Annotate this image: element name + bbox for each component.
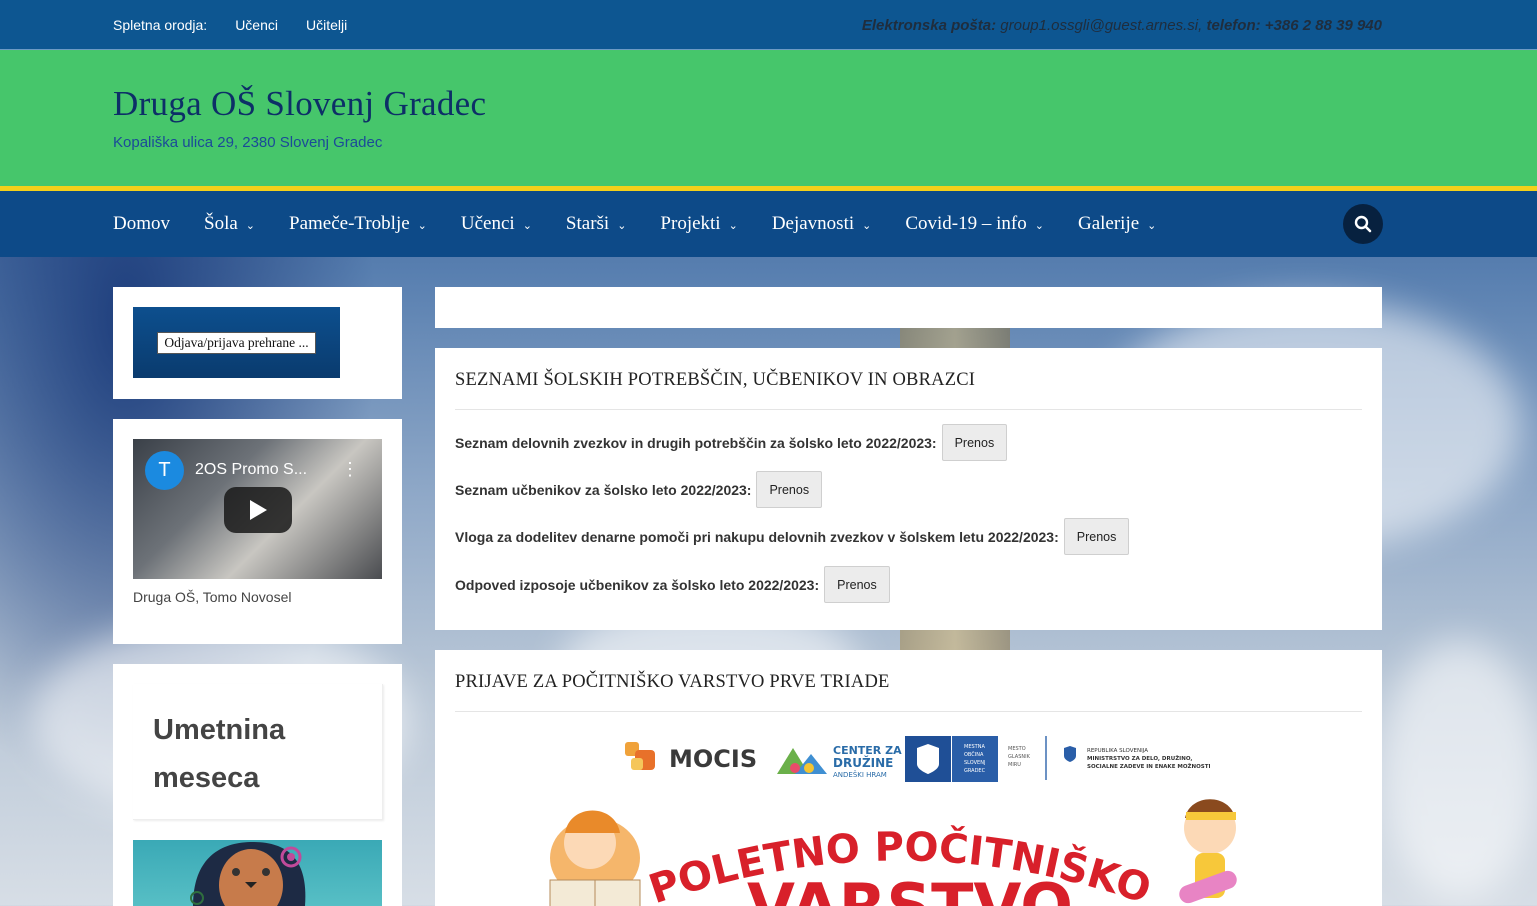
phone-label: telefon: <box>1206 17 1261 34</box>
svg-text:MESTNA: MESTNA <box>964 744 985 750</box>
download-row: Odpoved izposoje učbenikov za šolsko let… <box>455 566 890 603</box>
phone-number: +386 2 88 39 940 <box>1264 17 1382 34</box>
meal-banner[interactable]: Odjava/prijava prehrane ... <box>133 307 340 378</box>
svg-text:MESTO: MESTO <box>1008 746 1026 752</box>
play-icon <box>250 500 267 520</box>
top-bar: Spletna orodja: Učenci Učitelji Elektron… <box>0 0 1537 50</box>
svg-text:DRUŽINE: DRUŽINE <box>833 755 893 770</box>
divider <box>455 409 1362 410</box>
video-embed[interactable]: T 2OS Promo S... ⋮ <box>133 439 382 579</box>
svg-text:ANDEŠKI HRAM: ANDEŠKI HRAM <box>833 770 887 779</box>
channel-avatar[interactable]: T <box>145 451 184 490</box>
more-options-icon[interactable]: ⋮ <box>341 459 359 480</box>
tools-link-teachers[interactable]: Učitelji <box>306 17 347 33</box>
main-nav: Domov Šola ⌄ Pameče-Troblje ⌄ Učenci ⌄ Star… <box>0 191 1537 257</box>
chevron-down-icon: ⌄ <box>522 219 532 232</box>
nav-item-parents[interactable]: Starši ⌄ <box>566 213 627 235</box>
download-label: Seznam delovnih zvezkov in drugih potreb… <box>455 434 937 451</box>
svg-text:REPUBLIKA SLOVENIJA: REPUBLIKA SLOVENIJA <box>1087 748 1148 754</box>
art-widget: Umetnina meseca <box>113 664 402 906</box>
post-title[interactable]: SEZNAMI ŠOLSKIH POTREBŠČIN, UČBENIKOV IN… <box>455 370 975 391</box>
svg-text:SOCIALNE ZADEVE IN ENAKE MOŽNO: SOCIALNE ZADEVE IN ENAKE MOŽNOSTI <box>1087 762 1210 770</box>
chevron-down-icon: ⌄ <box>1147 219 1157 232</box>
contact-info: Elektronska pošta: group1.ossgli@guest.a… <box>862 17 1382 34</box>
download-row: Seznam učbenikov za šolsko leto 2022/202… <box>455 471 823 508</box>
nav-item-galleries[interactable]: Galerije ⌄ <box>1078 213 1156 235</box>
partner-logos: MOCIS CENTER ZA DRUŽINE ANDEŠKI HRAM MES… <box>625 736 1210 782</box>
video-title[interactable]: 2OS Promo S... <box>195 461 307 479</box>
art-title-box: Umetnina meseca <box>133 684 383 820</box>
nav-item-pamece[interactable]: Pameče-Troblje ⌄ <box>289 213 427 235</box>
nav-item-covid[interactable]: Covid-19 – info ⌄ <box>905 213 1044 235</box>
download-button[interactable]: Prenos <box>1063 518 1130 555</box>
download-label: Seznam učbenikov za šolsko leto 2022/202… <box>455 481 752 498</box>
holiday-care-poster[interactable]: POLETNO POČITNIŠKO VARSTVO <box>510 788 1290 906</box>
svg-text:MINISTRSTVO ZA DELO, DRUŽINO,: MINISTRSTVO ZA DELO, DRUŽINO, <box>1087 754 1192 762</box>
main-top-panel <box>435 287 1382 328</box>
download-button[interactable]: Prenos <box>941 424 1008 461</box>
search-button[interactable] <box>1343 204 1383 244</box>
video-caption: Druga OŠ, Tomo Novosel <box>133 589 292 605</box>
nav-item-students[interactable]: Učenci ⌄ <box>461 213 532 235</box>
chevron-down-icon: ⌄ <box>728 219 738 232</box>
nav-item-activities[interactable]: Dejavnosti ⌄ <box>772 213 872 235</box>
download-button[interactable]: Prenos <box>756 471 823 508</box>
chevron-down-icon: ⌄ <box>1034 219 1044 232</box>
svg-text:MIRU: MIRU <box>1008 762 1021 768</box>
email-link[interactable]: group1.ossgli@guest.arnes.si, <box>1000 17 1202 34</box>
post-holiday-care: PRIJAVE ZA POČITNIŠKO VARSTVO PRVE TRIAD… <box>435 650 1382 906</box>
site-title[interactable]: Druga OŠ Slovenj Gradec <box>113 84 486 124</box>
chevron-down-icon: ⌄ <box>245 219 255 232</box>
nav-item-home[interactable]: Domov <box>113 213 170 235</box>
post-supplies: SEZNAMI ŠOLSKIH POTREBŠČIN, UČBENIKOV IN… <box>435 348 1382 630</box>
download-button[interactable]: Prenos <box>824 566 890 603</box>
svg-text:GRADEC: GRADEC <box>964 768 986 774</box>
email-label: Elektronska pošta: <box>861 17 997 34</box>
site-header: Druga OŠ Slovenj Gradec Kopališka ulica … <box>0 50 1537 186</box>
tools-link-students[interactable]: Učenci <box>235 17 278 33</box>
svg-text:OBČINA: OBČINA <box>964 751 984 758</box>
svg-text:SLOVENJ: SLOVENJ <box>964 760 985 766</box>
art-title: Umetnina meseca <box>153 714 286 794</box>
meal-banner-label: Odjava/prijava prehrane ... <box>157 331 316 354</box>
tools-menu: Spletna orodja: Učenci Učitelji <box>113 17 375 33</box>
meal-widget: Odjava/prijava prehrane ... <box>113 287 402 399</box>
chevron-down-icon: ⌄ <box>617 219 627 232</box>
download-label: Odpoved izposoje učbenikov za šolsko let… <box>455 576 820 593</box>
post-title[interactable]: PRIJAVE ZA POČITNIŠKO VARSTVO PRVE TRIAD… <box>455 672 890 693</box>
svg-text:VARSTVO: VARSTVO <box>747 870 1073 906</box>
background-cloud <box>1380 640 1537 900</box>
search-icon <box>1354 215 1372 233</box>
divider <box>455 711 1362 712</box>
svg-text:GLASNIK: GLASNIK <box>1008 754 1031 760</box>
download-row: Vloga za dodelitev denarne pomoči pri na… <box>455 518 1130 555</box>
video-widget: T 2OS Promo S... ⋮ Druga OŠ, Tomo Novose… <box>113 419 402 644</box>
download-label: Vloga za dodelitev denarne pomoči pri na… <box>455 528 1059 545</box>
artwork-image[interactable] <box>133 840 382 906</box>
nav-item-school[interactable]: Šola ⌄ <box>204 213 255 235</box>
nav-item-projects[interactable]: Projekti ⌄ <box>660 213 737 235</box>
chevron-down-icon: ⌄ <box>862 219 872 232</box>
download-row: Seznam delovnih zvezkov in drugih potreb… <box>455 424 1008 461</box>
svg-text:MOCIS: MOCIS <box>669 745 757 773</box>
chevron-down-icon: ⌄ <box>417 219 427 232</box>
site-subtitle: Kopališka ulica 29, 2380 Slovenj Gradec <box>113 134 383 151</box>
tools-label: Spletna orodja: <box>113 17 208 33</box>
play-button[interactable] <box>224 487 292 533</box>
